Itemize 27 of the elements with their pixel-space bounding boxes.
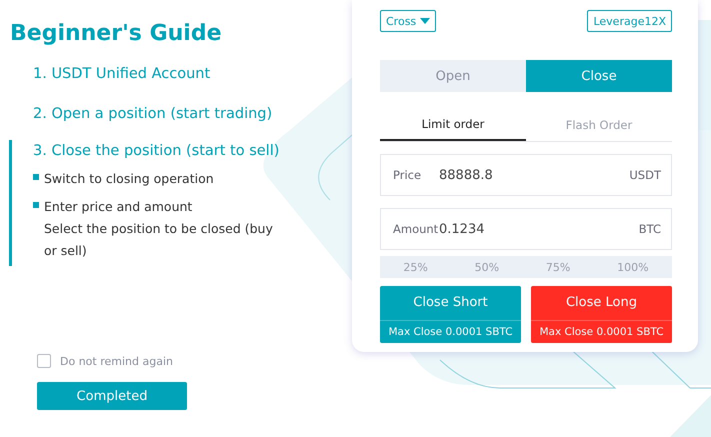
order-type-tab[interactable]: Limit order (380, 108, 526, 141)
step-instruction: Enter price and amount (44, 198, 194, 216)
close-long-button[interactable]: Close Long Max Close 0.0001 SBTC (531, 286, 672, 343)
bullet-icon (33, 174, 39, 180)
step-title[interactable]: 2. Open a position (start trading) (33, 98, 272, 130)
order-type-tab[interactable]: Flash Order (526, 108, 672, 141)
side-tab[interactable]: Open (380, 60, 526, 92)
side-tab[interactable]: Close (526, 60, 672, 92)
input-field[interactable]: Price 88888.8 USDT (380, 154, 672, 196)
close-short-button[interactable]: Close Short Max Close 0.0001 SBTC (380, 286, 521, 343)
guide-title: Beginner's Guide (10, 20, 222, 48)
caret-icon (420, 18, 430, 24)
step-instruction: Select the position to be closed (buy or sell) (44, 220, 274, 260)
step-title[interactable]: 3. Close the position (start to sell) (33, 140, 280, 162)
percent-option[interactable]: 75% (540, 256, 576, 278)
checkbox[interactable] (37, 354, 51, 368)
checkbox-label: Do not remind again (60, 354, 173, 368)
leverage-button[interactable]: Leverage12X (587, 10, 672, 32)
percent-option[interactable]: 50% (468, 256, 506, 278)
percent-option[interactable]: 100% (611, 256, 655, 278)
percent-option[interactable]: 25% (397, 256, 434, 278)
margin-mode-dropdown[interactable]: Cross (380, 10, 436, 32)
input-field[interactable]: Amount0.1234 BTC (380, 208, 672, 250)
bullet-icon (33, 202, 39, 208)
step-instruction: Switch to closing operation (44, 170, 215, 188)
step-title[interactable]: 1. USDT Unified Account (33, 58, 210, 90)
completed-button[interactable]: Completed (37, 382, 187, 410)
